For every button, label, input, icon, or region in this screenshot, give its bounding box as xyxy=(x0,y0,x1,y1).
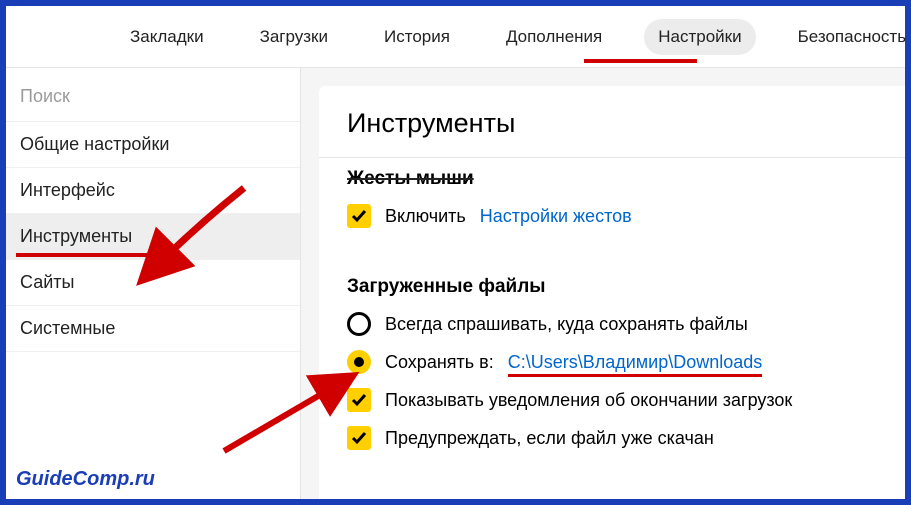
checkbox-enable-gestures[interactable] xyxy=(347,204,371,228)
checkbox-show-notifications[interactable] xyxy=(347,388,371,412)
page-title: Инструменты xyxy=(347,108,877,139)
section-downloads-title: Загруженные файлы xyxy=(347,276,877,298)
tab-bookmarks[interactable]: Закладки xyxy=(116,19,218,55)
sidebar-item-label: Инструменты xyxy=(20,226,132,246)
enable-gestures-label: Включить xyxy=(385,206,466,227)
save-to-path-link[interactable]: C:\Users\Владимир\Downloads xyxy=(508,352,763,373)
divider xyxy=(319,157,905,158)
main-panel: Инструменты Жесты мыши Включить Настройк… xyxy=(319,86,905,499)
sidebar-item-interface[interactable]: Интерфейс xyxy=(6,168,300,214)
tab-settings[interactable]: Настройки xyxy=(644,19,755,55)
radio-always-ask[interactable] xyxy=(347,312,371,336)
tab-security[interactable]: Безопасность xyxy=(784,19,911,55)
save-to-path-text: C:\Users\Владимир\Downloads xyxy=(508,352,763,372)
tab-addons[interactable]: Дополнения xyxy=(492,19,616,55)
section-mouse-gestures-title: Жесты мыши xyxy=(347,168,877,190)
tab-history[interactable]: История xyxy=(370,19,464,55)
top-tabs: Закладки Загрузки История Дополнения Нас… xyxy=(6,6,905,68)
check-icon xyxy=(351,430,367,446)
checkbox-warn-downloaded[interactable] xyxy=(347,426,371,450)
radio-save-to[interactable] xyxy=(347,350,371,374)
sidebar-item-tools[interactable]: Инструменты xyxy=(6,214,300,260)
annotation-underline xyxy=(16,253,160,257)
sidebar: Общие настройки Интерфейс Инструменты Са… xyxy=(6,68,301,499)
always-ask-label: Всегда спрашивать, куда сохранять файлы xyxy=(385,314,748,335)
watermark: GuideComp.ru xyxy=(16,468,155,491)
check-icon xyxy=(351,392,367,408)
tab-downloads[interactable]: Загрузки xyxy=(246,19,342,55)
annotation-underline xyxy=(584,59,697,63)
sidebar-item-general[interactable]: Общие настройки xyxy=(6,122,300,168)
gesture-settings-link[interactable]: Настройки жестов xyxy=(480,206,632,227)
save-to-label: Сохранять в: xyxy=(385,352,494,373)
sidebar-search xyxy=(6,68,300,122)
sidebar-item-system[interactable]: Системные xyxy=(6,306,300,352)
search-input[interactable] xyxy=(20,86,286,107)
annotation-underline xyxy=(508,374,763,377)
show-notifications-label: Показывать уведомления об окончании загр… xyxy=(385,390,792,411)
warn-downloaded-label: Предупреждать, если файл уже скачан xyxy=(385,428,714,449)
sidebar-item-sites[interactable]: Сайты xyxy=(6,260,300,306)
check-icon xyxy=(351,208,367,224)
